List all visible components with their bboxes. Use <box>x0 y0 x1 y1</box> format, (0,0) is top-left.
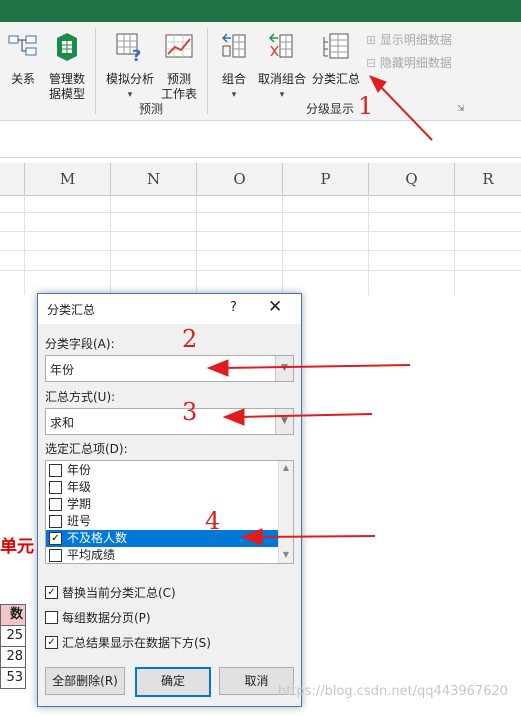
annotation-arrowhead-3 <box>222 408 245 426</box>
annotation-arrow-1 <box>377 83 433 141</box>
annotation-arrow-4 <box>255 535 376 538</box>
annotation-arrow-3 <box>237 413 373 418</box>
annotation-number-4: 4 <box>205 507 221 535</box>
watermark-text: https://blog.csdn.net/qq443967620 <box>278 684 509 699</box>
annotation-number-2: 2 <box>182 325 198 353</box>
annotation-layer <box>206 75 433 546</box>
annotation-arrowhead-2 <box>206 359 229 377</box>
annotation-number-3: 3 <box>182 398 198 426</box>
annotation-arrowhead-4 <box>240 528 263 546</box>
annotation-arrow-2 <box>221 364 411 369</box>
annotation-number-1: 1 <box>358 92 374 120</box>
